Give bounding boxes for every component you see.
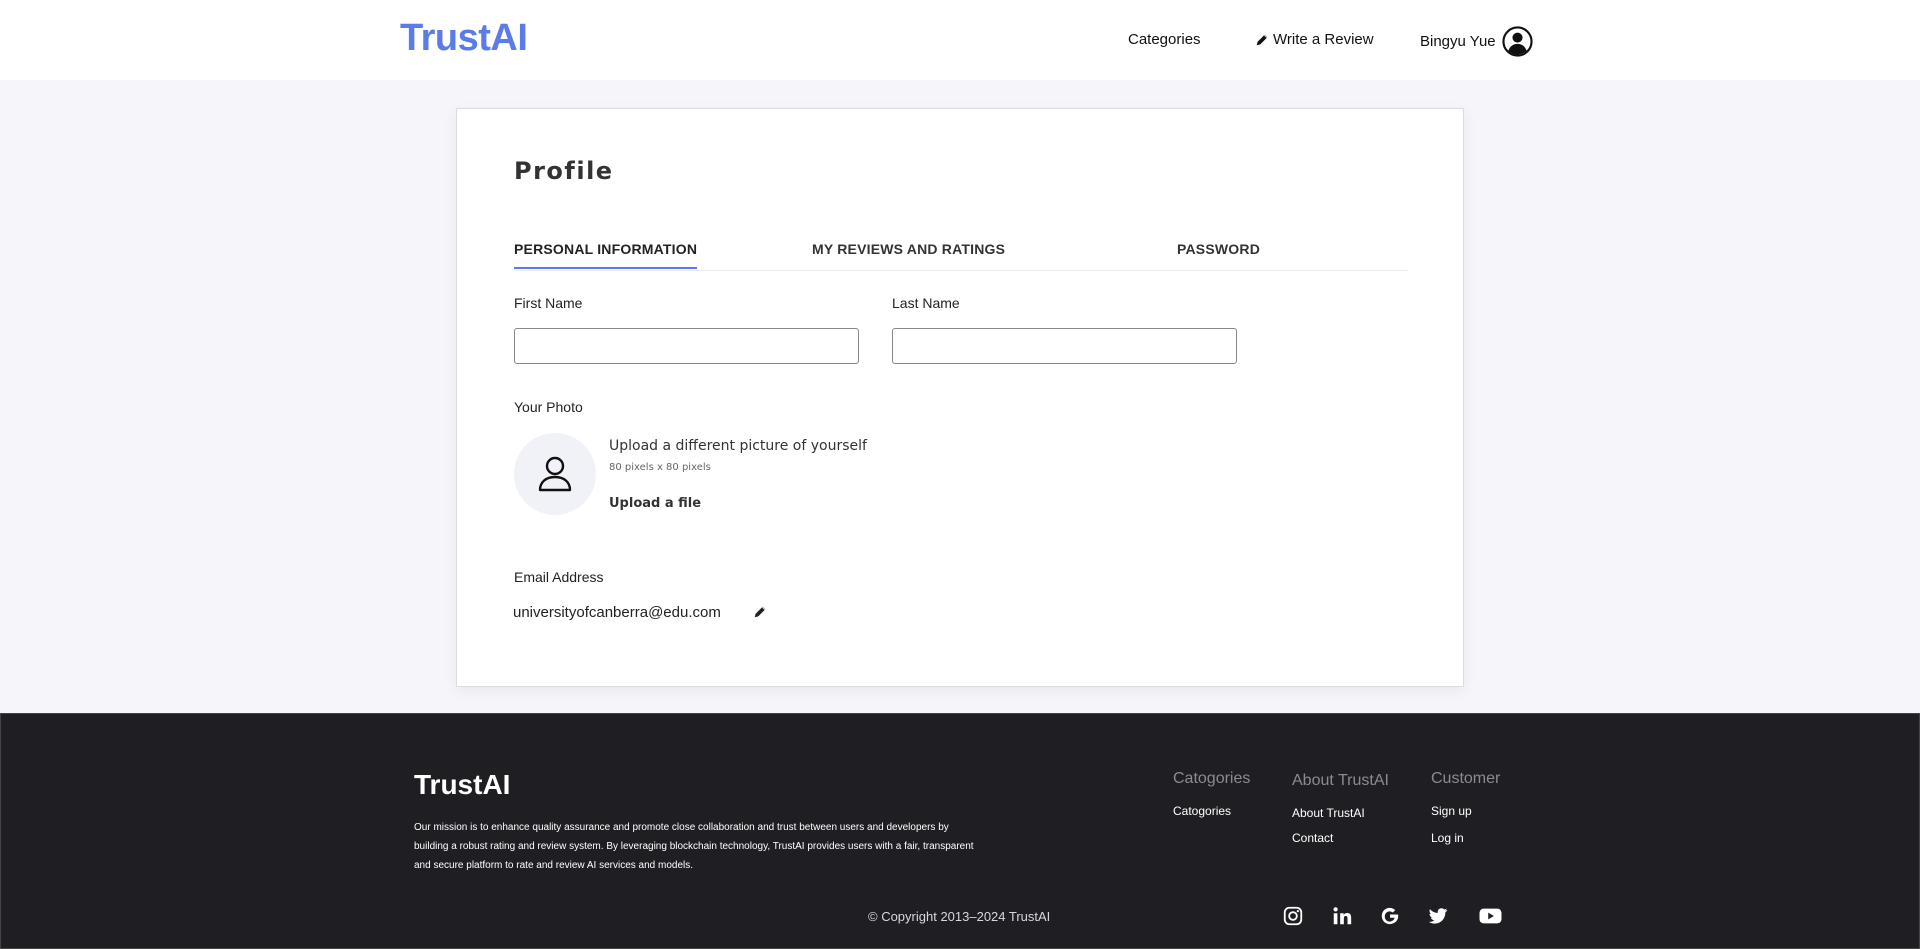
twitter-icon[interactable] xyxy=(1427,905,1449,927)
footer-col-title-about: About TrustAI xyxy=(1292,772,1389,789)
site-footer: TrustAI Our mission is to enhance qualit… xyxy=(0,713,1920,949)
tab-my-reviews-and-ratings[interactable]: MY REVIEWS AND RATINGS xyxy=(812,241,1005,267)
upload-photo-size-hint: 80 pixels x 80 pixels xyxy=(609,462,711,473)
edit-email-pencil-icon[interactable] xyxy=(753,605,767,619)
pencil-icon xyxy=(1256,34,1268,45)
user-name[interactable]: Bingyu Yue xyxy=(1420,33,1496,50)
email-address-value: universityofcanberra@edu.com xyxy=(513,604,721,621)
first-name-label: First Name xyxy=(514,295,583,311)
user-avatar-icon[interactable] xyxy=(1502,26,1533,57)
tab-password[interactable]: PASSWORD xyxy=(1177,241,1260,267)
nav-write-review-label: Write a Review xyxy=(1273,31,1374,48)
tab-personal-information[interactable]: PERSONAL INFORMATION xyxy=(514,241,698,269)
profile-tabs: PERSONAL INFORMATION MY REVIEWS AND RATI… xyxy=(514,229,1408,271)
footer-link-contact[interactable]: Contact xyxy=(1292,831,1333,845)
first-name-input[interactable] xyxy=(514,328,859,364)
instagram-icon[interactable] xyxy=(1282,905,1304,927)
footer-copyright: © Copyright 2013–2024 TrustAI xyxy=(868,909,1051,924)
footer-link-about-trustai[interactable]: About TrustAI xyxy=(1292,806,1365,820)
top-header: TrustAI Categories Write a Review Bingyu… xyxy=(0,0,1920,80)
upload-file-button[interactable]: Upload a file xyxy=(609,496,701,511)
footer-mission-text: Our mission is to enhance quality assura… xyxy=(414,822,974,871)
nav-write-review-link[interactable]: Write a Review xyxy=(1255,31,1374,48)
footer-link-sign-up[interactable]: Sign up xyxy=(1431,804,1472,818)
footer-link-log-in[interactable]: Log in xyxy=(1431,831,1464,845)
email-address-label: Email Address xyxy=(514,569,604,585)
footer-col-title-catogories: Catogories xyxy=(1173,770,1251,787)
nav-categories-link[interactable]: Categories xyxy=(1128,31,1201,48)
linkedin-icon[interactable] xyxy=(1331,905,1353,927)
last-name-label: Last Name xyxy=(892,295,960,311)
footer-link-catogories[interactable]: Catogories xyxy=(1173,804,1231,818)
page-title: Profile xyxy=(514,157,614,185)
upload-photo-title: Upload a different picture of yourself xyxy=(609,438,867,454)
header-logo[interactable]: TrustAI xyxy=(400,17,528,60)
footer-col-title-customer: Customer xyxy=(1431,770,1501,787)
last-name-input[interactable] xyxy=(892,328,1237,364)
profile-photo-placeholder xyxy=(514,433,596,515)
footer-logo[interactable]: TrustAI xyxy=(414,769,510,801)
youtube-icon[interactable] xyxy=(1478,905,1503,927)
google-icon[interactable] xyxy=(1379,905,1401,927)
profile-card: Profile PERSONAL INFORMATION MY REVIEWS … xyxy=(456,108,1464,687)
user-outline-icon xyxy=(538,456,572,492)
your-photo-label: Your Photo xyxy=(514,399,583,415)
